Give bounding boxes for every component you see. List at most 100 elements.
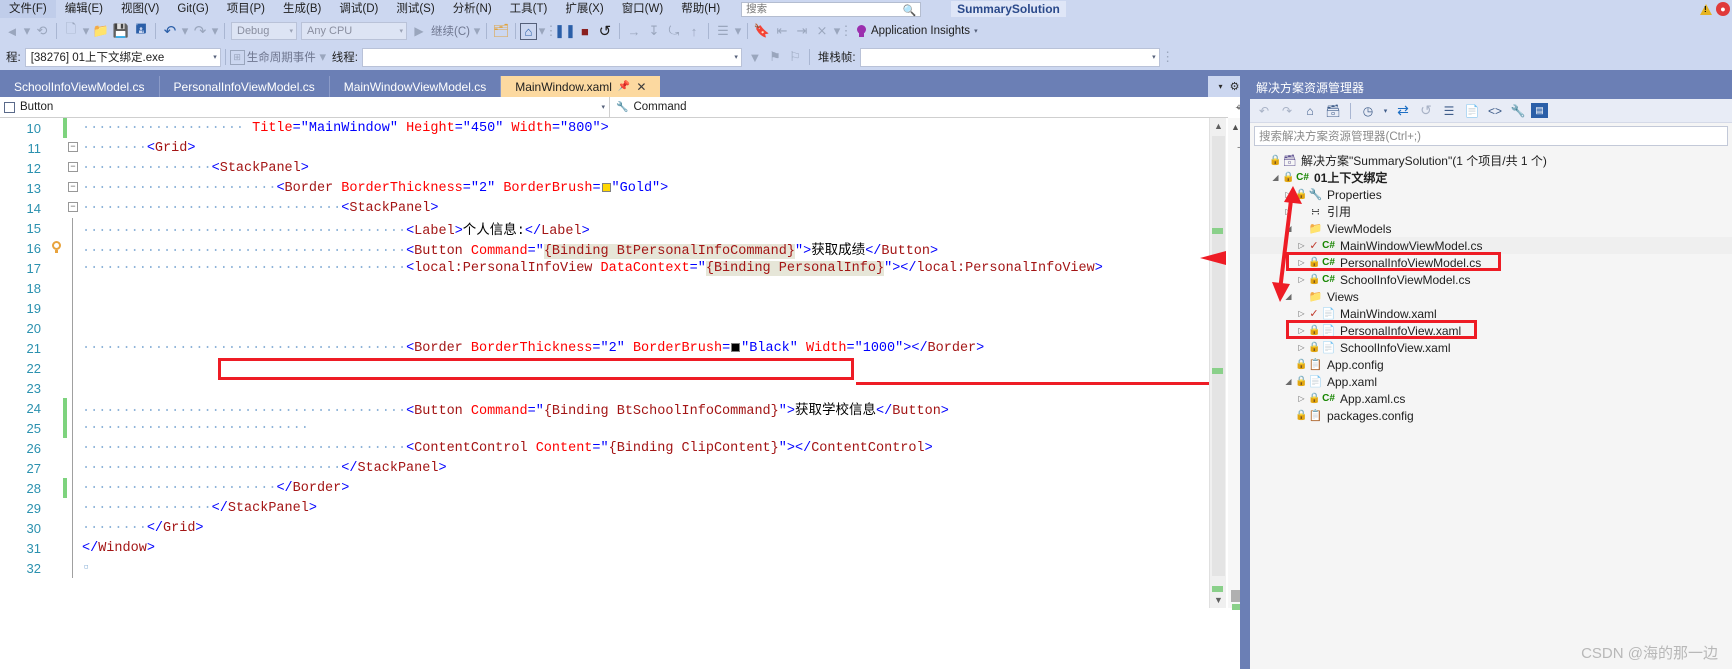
code-line[interactable]: 16 ······································… <box>0 238 1226 259</box>
menu-item-build[interactable]: 生成(B) <box>274 0 330 18</box>
new-item-icon[interactable]: 🗋 <box>61 20 81 42</box>
menu-item-file[interactable]: 文件(F) <box>0 0 56 18</box>
tree-item-properties[interactable]: ▷ 🔒 🔧 Properties <box>1250 186 1732 203</box>
process-dropdown[interactable]: [38276] 01上下文绑定.exe ▾ <box>24 47 221 67</box>
code-line[interactable]: 28 ························</Border> <box>0 478 1226 498</box>
step-into-icon[interactable]: ↧ <box>644 20 664 42</box>
tab-schoolinfoviewmodel[interactable]: SchoolInfoViewModel.cs <box>0 76 160 97</box>
chevron-down-icon[interactable]: ▾ <box>318 46 328 68</box>
pin-icon[interactable]: 📌 <box>618 81 630 92</box>
code-line[interactable]: 31 </Window> <box>0 538 1226 558</box>
menu-item-tools[interactable]: 工具(T) <box>501 0 557 18</box>
menu-item-edit[interactable]: 编辑(E) <box>56 0 112 18</box>
navigate-back-icon[interactable]: ◄ <box>2 20 22 42</box>
tree-item-summarysolution11[interactable]: 🔒 🗃 解决方案"SummarySolution"(1 个项目/共 1 个) <box>1250 152 1732 169</box>
code-line[interactable]: 17 ······································… <box>0 258 1226 278</box>
application-insights-button[interactable]: Application Insights ▾ <box>856 24 978 38</box>
menu-item-debug[interactable]: 调试(D) <box>330 0 387 18</box>
tree-item-mainwindowviewmodel.cs[interactable]: ▷ ✓ C# MainWindowViewModel.cs <box>1250 237 1732 254</box>
fold-toggle-icon[interactable]: − <box>68 182 78 192</box>
code-line[interactable]: 10 ···················· Title="MainWindow… <box>0 118 1226 138</box>
member-dropdown[interactable]: 🔧 Command ▾ <box>610 97 1245 117</box>
scroll-up-arrow-icon[interactable]: ▲ <box>1231 122 1240 132</box>
lightbulb-suggestion-icon[interactable] <box>52 241 61 254</box>
fold-toggle-icon[interactable]: − <box>68 162 78 172</box>
code-line[interactable]: 27 ································</Stac… <box>0 458 1226 478</box>
expander-open-icon[interactable]: ◢ <box>1282 377 1295 386</box>
chevron-down-icon[interactable]: ▾ <box>1219 82 1223 91</box>
code-line[interactable]: 23 <box>0 378 1226 398</box>
restart-icon[interactable]: ↺ <box>595 20 615 42</box>
menu-item-git[interactable]: Git(G) <box>168 0 217 18</box>
open-folder-icon[interactable]: 📁 <box>91 20 111 42</box>
tree-item-views[interactable]: ◢ 📁 Views <box>1250 288 1732 305</box>
menu-item-view[interactable]: 视图(V) <box>112 0 168 18</box>
code-line[interactable]: 13 − ························<Border Borde… <box>0 178 1226 198</box>
chevron-down-icon[interactable]: ▾ <box>974 27 978 35</box>
global-search-input[interactable] <box>742 2 893 16</box>
solution-configuration-dropdown[interactable]: Debug ▾ <box>231 22 297 40</box>
code-line[interactable]: 11 − ········<Grid> <box>0 138 1226 158</box>
close-icon[interactable]: ✕ <box>636 80 646 94</box>
bookmark-next-icon[interactable]: ⇥ <box>792 20 812 42</box>
bookmark-icon[interactable]: 🔖 <box>752 20 772 42</box>
properties-icon[interactable]: 📄 <box>1462 101 1482 121</box>
menu-item-help[interactable]: 帮助(H) <box>672 0 729 18</box>
nav-back-icon[interactable]: ↶ <box>1254 101 1274 121</box>
solution-tree[interactable]: 🔒 🗃 解决方案"SummarySolution"(1 个项目/共 1 个) ◢ 🔒 C#… <box>1250 149 1732 424</box>
expander-closed-icon[interactable]: ▷ <box>1295 275 1308 284</box>
undo-icon[interactable]: ↶ <box>160 20 180 42</box>
expander-closed-icon[interactable]: ▷ <box>1295 394 1308 403</box>
code-line[interactable]: 12 − ················<StackPanel> <box>0 158 1226 178</box>
solution-platform-dropdown[interactable]: Any CPU ▾ <box>301 22 407 40</box>
expander-open-icon[interactable]: ◢ <box>1269 173 1282 182</box>
global-search-box[interactable]: 🔍 <box>741 1 922 17</box>
sync-with-active-doc-icon[interactable]: 🗃 <box>1323 101 1343 121</box>
tab-mainwindowviewmodel[interactable]: MainWindowViewModel.cs <box>329 76 502 97</box>
chevron-down-icon[interactable]: ▾ <box>1381 101 1390 121</box>
pending-changes-icon[interactable]: ◷ <box>1358 101 1378 121</box>
warning-triangle-icon[interactable] <box>1700 3 1712 15</box>
thread-dropdown[interactable]: ▾ <box>361 47 742 67</box>
lifecycle-events-label[interactable]: 生命周期事件 <box>245 49 318 65</box>
expander-open-icon[interactable]: ◢ <box>1282 292 1295 301</box>
code-line[interactable]: 19 <box>0 298 1226 318</box>
code-editor[interactable]: 10 ···················· Title="MainWindow… <box>0 118 1226 608</box>
view-code-icon[interactable]: <> <box>1485 101 1505 121</box>
menu-item-analyze[interactable]: 分析(N) <box>444 0 501 18</box>
expander-open-icon[interactable]: ◢ <box>1282 224 1295 233</box>
member-type-dropdown[interactable]: Button ▾ <box>0 97 610 117</box>
tree-item-app.xaml[interactable]: ◢ 🔒 📄 App.xaml <box>1250 373 1732 390</box>
fold-toggle-icon[interactable]: − <box>68 202 78 212</box>
tree-item-packages.config[interactable]: 🔒 📋 packages.config <box>1250 407 1732 424</box>
menu-item-extensions[interactable]: 扩展(X) <box>556 0 612 18</box>
toolbar-grip[interactable]: ⋮ <box>1161 46 1174 68</box>
threads-icon[interactable]: ☰ <box>713 20 733 42</box>
scroll-down-icon[interactable]: ▼ <box>1210 592 1226 608</box>
menu-item-test[interactable]: 测试(S) <box>387 0 443 18</box>
stop-icon[interactable]: ■ <box>575 20 595 42</box>
expander-closed-icon[interactable]: ▷ <box>1295 326 1308 335</box>
redo-icon[interactable]: ↷ <box>190 20 210 42</box>
flag-alt-icon[interactable]: ⚐ <box>785 46 805 68</box>
lifecycle-events-icon[interactable]: ⊞ <box>229 49 245 65</box>
code-line[interactable]: 25 ···························· <box>0 418 1226 438</box>
new-item-dropdown-icon[interactable]: ▾ <box>81 20 91 42</box>
stack-frame-dropdown[interactable]: ▾ <box>859 47 1160 67</box>
fold-toggle-icon[interactable]: − <box>68 142 78 152</box>
back-dropdown-icon[interactable]: ▾ <box>22 20 32 42</box>
code-line[interactable]: 24 ······································… <box>0 398 1226 419</box>
gear-icon[interactable]: ⚙ <box>1230 80 1240 93</box>
expander-closed-icon[interactable]: ▷ <box>1295 343 1308 352</box>
flag-icon[interactable]: ⚑ <box>765 46 785 68</box>
code-line[interactable]: 30 ········</Grid> <box>0 518 1226 538</box>
save-icon[interactable]: 💾 <box>111 20 131 42</box>
solution-explorer-search[interactable]: 搜索解决方案资源管理器(Ctrl+;) <box>1254 126 1728 146</box>
tree-item-01[interactable]: ◢ 🔒 C# 01上下文绑定 <box>1250 169 1732 186</box>
tree-item-viewmodels[interactable]: ◢ 📁 ViewModels <box>1250 220 1732 237</box>
code-line[interactable]: 29 ················</StackPanel> <box>0 498 1226 518</box>
tree-item-schoolinfoviewmodel.cs[interactable]: ▷ 🔒 C# SchoolInfoViewModel.cs <box>1250 271 1732 288</box>
expander-closed-icon[interactable]: ▷ <box>1282 190 1295 199</box>
tree-item-app.xaml.cs[interactable]: ▷ 🔒 C# App.xaml.cs <box>1250 390 1732 407</box>
show-all-files-icon[interactable]: ☰ <box>1439 101 1459 121</box>
